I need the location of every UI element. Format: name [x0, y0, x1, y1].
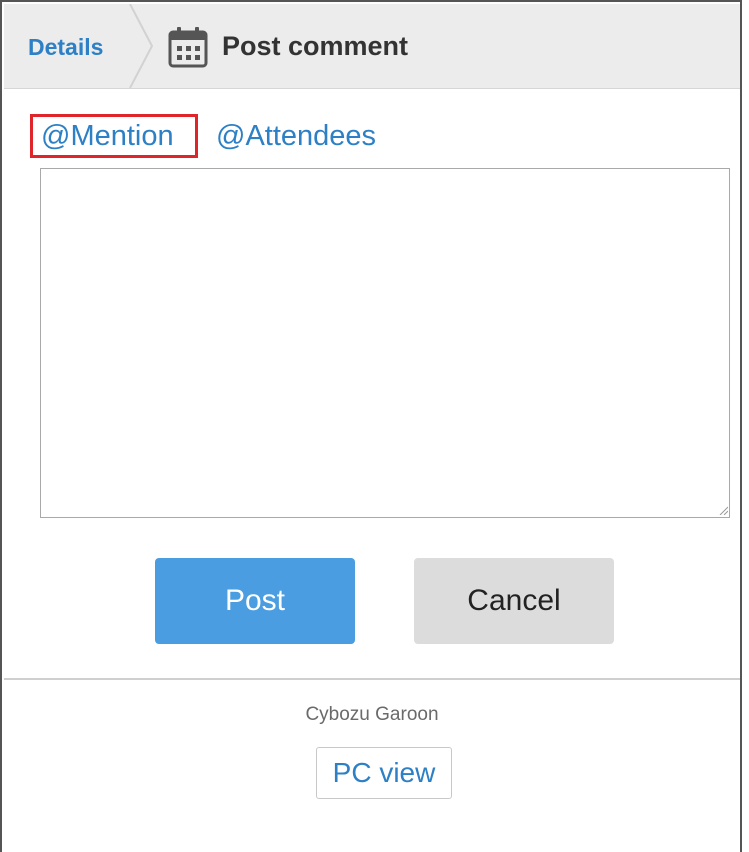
- post-button[interactable]: Post: [155, 558, 355, 644]
- cancel-button[interactable]: Cancel: [414, 558, 614, 644]
- mention-link[interactable]: @Mention: [30, 114, 198, 158]
- pc-view-button[interactable]: PC view: [316, 747, 452, 799]
- comment-textarea[interactable]: [40, 168, 730, 518]
- mobile-frame: Details Post comment @Mention @Attendees…: [0, 0, 742, 852]
- calendar-icon: [168, 27, 208, 68]
- page-title: Post comment: [222, 31, 409, 61]
- resize-grip-icon[interactable]: [718, 505, 728, 515]
- header-bar: Details Post comment: [4, 4, 740, 89]
- breadcrumb-separator: [129, 4, 154, 88]
- attendees-link[interactable]: @Attendees: [216, 117, 376, 155]
- breadcrumb-details-link[interactable]: Details: [28, 34, 103, 61]
- footer-divider: [4, 678, 740, 680]
- footer-brand: Cybozu Garoon: [305, 704, 439, 725]
